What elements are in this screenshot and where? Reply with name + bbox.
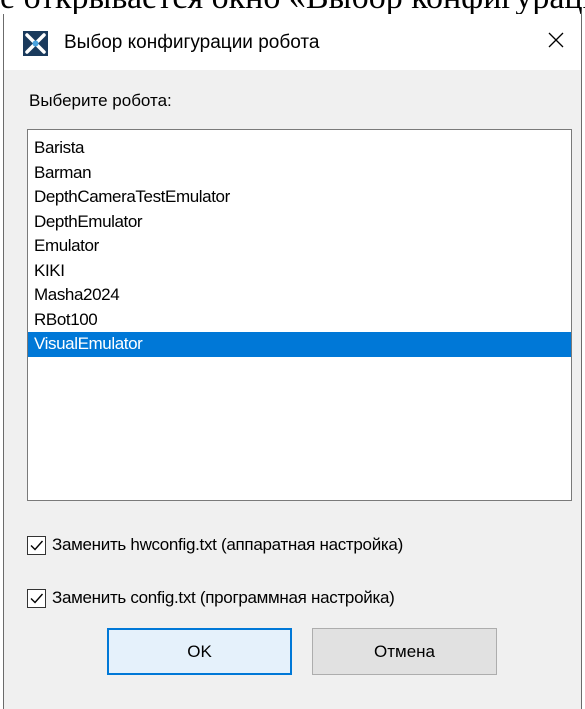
close-icon: [547, 31, 565, 54]
select-robot-label: Выберите робота:: [29, 91, 172, 110]
replace-hwconfig-label: Заменить hwconfig.txt (аппаратная настро…: [52, 535, 403, 554]
checkmark-icon: [30, 540, 44, 551]
robot-listbox[interactable]: Barista Barman DepthCameraTestEmulator D…: [27, 129, 572, 501]
robot-config-app-icon: [23, 31, 48, 56]
close-button[interactable]: [533, 14, 579, 70]
title-bar[interactable]: Выбор конфигурации робота: [4, 14, 581, 70]
ok-button-label: OK: [187, 641, 212, 661]
replace-hwconfig-option[interactable]: Заменить hwconfig.txt (аппаратная настро…: [27, 532, 403, 558]
replace-config-checkbox[interactable]: [27, 588, 46, 608]
robot-list-item[interactable]: Barista: [28, 136, 571, 161]
checkmark-icon: [30, 593, 44, 604]
window-title: Выбор конфигурации робота: [64, 32, 320, 53]
robot-list-item[interactable]: DepthEmulator: [28, 210, 571, 235]
robot-list-item[interactable]: KIKI: [28, 259, 571, 284]
robot-list-item[interactable]: Masha2024: [28, 283, 571, 308]
cancel-button-label: Отмена: [374, 641, 435, 661]
robot-list-item[interactable]: DepthCameraTestEmulator: [28, 185, 571, 210]
robot-list-item[interactable]: Emulator: [28, 234, 571, 259]
robot-list-item[interactable]: Barman: [28, 161, 571, 186]
robot-list-item-selected[interactable]: VisualEmulator: [28, 332, 571, 357]
robot-list-item[interactable]: RBot100: [28, 308, 571, 333]
robot-config-dialog: Выбор конфигурации робота Выберите робот…: [3, 14, 582, 709]
replace-hwconfig-checkbox[interactable]: [27, 535, 46, 555]
replace-config-option[interactable]: Заменить config.txt (программная настрой…: [27, 585, 395, 611]
replace-config-label: Заменить config.txt (программная настрой…: [52, 588, 395, 607]
cancel-button[interactable]: Отмена: [312, 628, 497, 675]
ok-button[interactable]: OK: [107, 628, 292, 675]
